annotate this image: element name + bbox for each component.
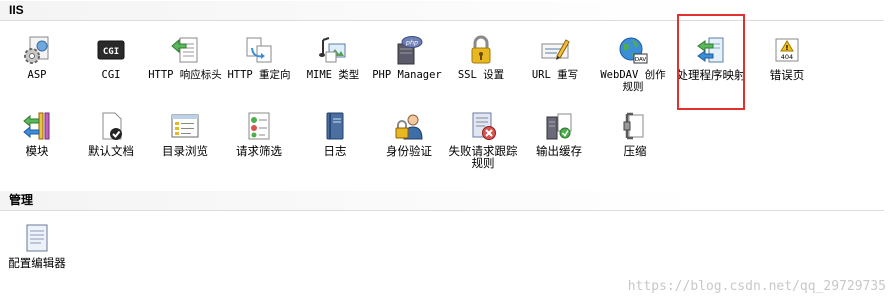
feature-modules[interactable]: 模块 — [0, 108, 74, 180]
feature-label: URL 重写 — [531, 69, 579, 81]
feature-http-response-headers[interactable]: HTTP 响应标头 — [148, 32, 222, 104]
feature-mime-types[interactable]: MIME 类型 — [296, 32, 370, 104]
err-icon-text: 404 — [781, 53, 793, 61]
feature-webdav[interactable]: DAV WebDAV 创作规则 — [596, 32, 670, 104]
feature-label: HTTP 重定向 — [227, 69, 291, 81]
feature-label: 输出缓存 — [536, 144, 582, 158]
php-icon-text: php — [405, 39, 418, 47]
http-response-headers-icon — [171, 37, 198, 63]
feature-label: MIME 类型 — [306, 69, 360, 81]
cgi-icon: CGI — [97, 40, 125, 60]
feature-label: 压缩 — [623, 144, 647, 158]
section-header-iis: IIS — [0, 1, 884, 21]
feature-ssl-settings[interactable]: SSL 设置 — [444, 32, 518, 104]
feature-label: CGI — [101, 69, 121, 81]
cgi-icon-text: CGI — [103, 47, 119, 57]
feature-php-manager[interactable]: php PHP Manager — [370, 32, 444, 104]
feature-configuration-editor[interactable]: 配置编辑器 — [0, 220, 74, 292]
modules-icon — [23, 112, 50, 140]
feature-compression[interactable]: 压缩 — [598, 108, 672, 180]
highlight-box — [677, 14, 745, 110]
url-rewrite-icon — [541, 39, 570, 60]
http-redirect-icon — [246, 37, 272, 63]
feature-label: SSL 设置 — [457, 69, 505, 81]
feature-logging[interactable]: 日志 — [298, 108, 372, 180]
feature-failed-request-tracing[interactable]: 失败请求跟踪规则 — [446, 108, 520, 180]
feature-label: 目录浏览 — [162, 144, 208, 158]
feature-label: PHP Manager — [372, 69, 442, 81]
failed-request-tracing-icon — [472, 112, 496, 140]
compression-icon — [623, 112, 644, 140]
warning-icon: ! — [785, 44, 788, 52]
feature-label: 日志 — [323, 144, 347, 158]
feature-http-redirect[interactable]: HTTP 重定向 — [222, 32, 296, 104]
feature-label: 默认文档 — [88, 144, 134, 158]
mime-types-icon — [319, 37, 346, 63]
feature-request-filtering[interactable]: 请求筛选 — [222, 108, 296, 180]
feature-label: 配置编辑器 — [8, 256, 66, 270]
feature-label: 身份验证 — [386, 144, 432, 158]
feature-url-rewrite[interactable]: URL 重写 — [518, 32, 592, 104]
feature-authentication[interactable]: 身份验证 — [372, 108, 446, 180]
watermark: https://blog.csdn.net/qq_29729735 — [627, 279, 886, 294]
feature-label: WebDAV 创作规则 — [600, 69, 666, 93]
authentication-icon — [395, 114, 423, 140]
feature-output-caching[interactable]: 输出缓存 — [522, 108, 596, 180]
feature-label: 模块 — [25, 144, 49, 158]
feature-label: ASP — [27, 69, 47, 81]
php-manager-icon: php — [397, 36, 423, 65]
feature-default-document[interactable]: 默认文档 — [74, 108, 148, 180]
feature-label: 错误页 — [769, 68, 805, 82]
directory-browsing-icon — [171, 114, 199, 138]
feature-cgi[interactable]: CGI CGI — [74, 32, 148, 104]
feature-label: 失败请求跟踪规则 — [448, 144, 518, 170]
feature-error-pages[interactable]: ! 404 错误页 — [750, 32, 824, 104]
feature-asp[interactable]: ASP — [0, 32, 74, 104]
error-pages-icon: ! 404 — [775, 38, 799, 62]
feature-directory-browsing[interactable]: 目录浏览 — [148, 108, 222, 180]
logging-icon — [326, 112, 344, 140]
configuration-editor-icon — [26, 224, 48, 252]
output-caching-icon — [546, 113, 572, 140]
ssl-lock-icon — [471, 35, 491, 64]
feature-label: HTTP 响应标头 — [148, 69, 222, 81]
asp-gear-icon — [24, 36, 49, 64]
default-document-icon — [102, 112, 122, 140]
section-header-manage: 管理 — [0, 191, 884, 211]
feature-label: 请求筛选 — [236, 144, 282, 158]
request-filtering-icon — [248, 112, 270, 140]
webdav-globe-icon: DAV — [619, 37, 648, 64]
dav-icon-text: DAV — [635, 57, 647, 63]
